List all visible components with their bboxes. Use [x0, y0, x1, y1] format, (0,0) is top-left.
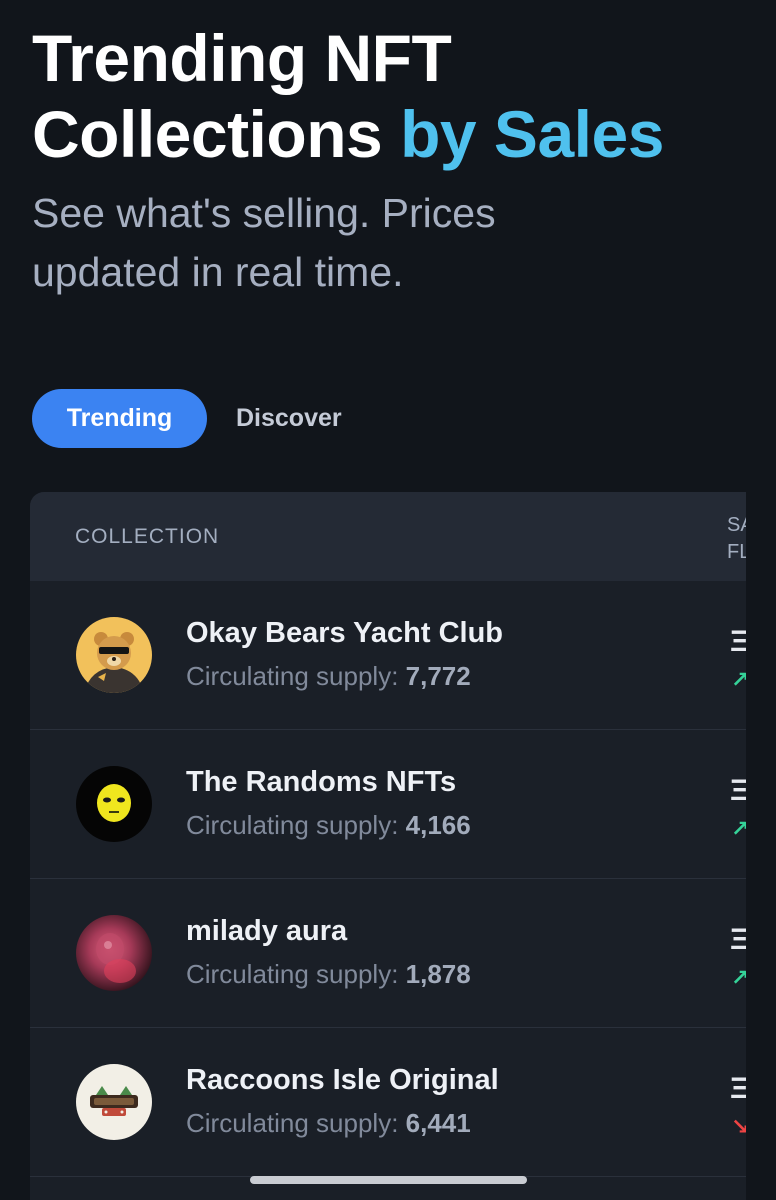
- supply-value: 1,878: [405, 959, 471, 989]
- tab-discover[interactable]: Discover: [207, 389, 371, 448]
- collection-name[interactable]: Okay Bears Yacht Club: [186, 617, 503, 650]
- supply-label: Circulating supply:: [186, 959, 406, 989]
- page-title-main: Trending NFT Collections: [32, 21, 452, 171]
- blurred-pink-avatar-icon: [76, 915, 152, 991]
- collection-name[interactable]: The Randoms NFTs: [186, 766, 456, 799]
- trend-up-icon: ↗: [731, 667, 746, 692]
- trend-up-icon: ↗: [731, 965, 746, 990]
- ethereum-icon: Ξ: [730, 1072, 746, 1105]
- column-header-collection[interactable]: COLLECTION: [75, 492, 219, 581]
- ethereum-icon: Ξ: [730, 774, 746, 807]
- circulating-supply: Circulating supply: 4,166: [186, 810, 471, 841]
- collection-name[interactable]: milady aura: [186, 915, 347, 948]
- circulating-supply: Circulating supply: 6,441: [186, 1108, 471, 1139]
- supply-value: 7,772: [405, 661, 471, 691]
- table-row[interactable]: The Randoms NFTs Circulating supply: 4,1…: [30, 730, 746, 879]
- page-title-accent: by Sales: [400, 97, 664, 171]
- table-header: COLLECTION SA FL: [30, 492, 746, 581]
- trend-up-icon: ↗: [731, 816, 746, 841]
- supply-value: 6,441: [405, 1108, 471, 1138]
- tab-bar: Trending Discover: [32, 389, 371, 448]
- page-subtitle: See what's selling. Prices updated in re…: [32, 190, 496, 295]
- table-row[interactable]: Raccoons Isle Original Circulating suppl…: [30, 1028, 746, 1177]
- supply-label: Circulating supply:: [186, 661, 406, 691]
- supply-label: Circulating supply:: [186, 810, 406, 840]
- collections-table: COLLECTION SA FL Okay Bears Yacht Club: [30, 492, 746, 1200]
- hero-section: Trending NFT Collections by Sales See wh…: [32, 20, 752, 302]
- ethereum-icon: Ξ: [730, 923, 746, 956]
- table-row[interactable]: Okay Bears Yacht Club Circulating supply…: [30, 581, 746, 730]
- page: Trending NFT Collections by Sales See wh…: [0, 0, 776, 1200]
- circulating-supply: Circulating supply: 1,878: [186, 959, 471, 990]
- trend-down-icon: ↘: [731, 1114, 746, 1139]
- yellow-face-avatar-icon: [76, 766, 152, 842]
- home-indicator[interactable]: [250, 1176, 527, 1184]
- table-row[interactable]: milady aura Circulating supply: 1,878 Ξ …: [30, 879, 746, 1028]
- ethereum-icon: Ξ: [730, 625, 746, 658]
- circulating-supply: Circulating supply: 7,772: [186, 661, 471, 692]
- supply-value: 4,166: [405, 810, 471, 840]
- column-header-sales-floor[interactable]: SA FL: [727, 512, 746, 566]
- tab-trending[interactable]: Trending: [32, 389, 207, 448]
- page-title: Trending NFT Collections by Sales: [32, 20, 752, 172]
- raccoon-logo-avatar-icon: [76, 1064, 152, 1140]
- collection-name[interactable]: Raccoons Isle Original: [186, 1064, 499, 1097]
- supply-label: Circulating supply:: [186, 1108, 406, 1138]
- bear-avatar-icon: [76, 617, 152, 693]
